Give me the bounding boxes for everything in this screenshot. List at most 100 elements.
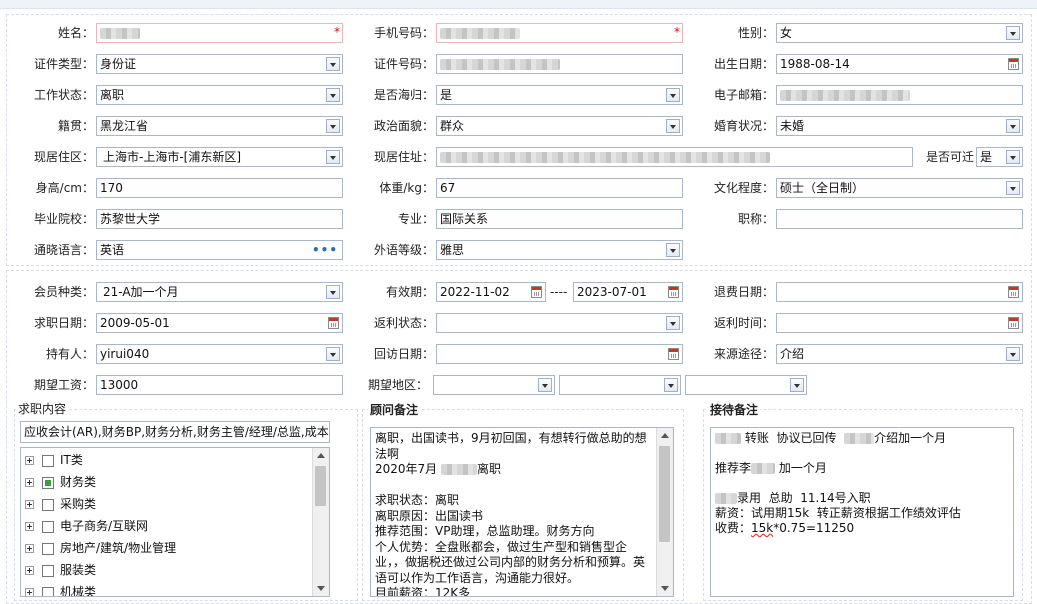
- scroll-thumb[interactable]: [659, 446, 670, 542]
- visit-date-field[interactable]: [436, 344, 683, 364]
- tree-node-label: 服装类: [60, 563, 97, 577]
- calendar-icon[interactable]: [328, 317, 339, 329]
- phone-redacted: [440, 28, 520, 39]
- major-field[interactable]: 国际关系: [436, 209, 683, 229]
- chevron-down-icon[interactable]: [666, 316, 680, 330]
- consultant-notes-textarea[interactable]: 离职，出国读书，9月初回国，有想转行做总助的想 法啊 2020年7月 离职 求职…: [370, 427, 674, 597]
- plus-square-icon[interactable]: [25, 456, 34, 465]
- checkbox-purchasing[interactable]: [42, 498, 54, 511]
- school-field[interactable]: 苏黎世大学: [96, 209, 343, 229]
- work-status-select[interactable]: 离职: [96, 85, 343, 105]
- tree-node-label: 电子商务/互联网: [60, 519, 149, 533]
- rebate-time-field[interactable]: [776, 313, 1023, 333]
- chevron-down-icon[interactable]: [1006, 150, 1020, 164]
- scroll-thumb[interactable]: [315, 466, 326, 506]
- source-select[interactable]: 介绍: [776, 344, 1023, 364]
- political-select[interactable]: 群众: [436, 116, 683, 136]
- plus-square-icon[interactable]: [25, 500, 34, 509]
- scroll-up-icon[interactable]: [317, 453, 325, 458]
- birth-date-field[interactable]: 1988-08-14: [776, 54, 1023, 74]
- checkbox-realestate[interactable]: [42, 542, 54, 555]
- tree-node-finance[interactable]: 财务类: [25, 472, 96, 492]
- plus-square-icon[interactable]: [25, 522, 34, 531]
- area-city-select[interactable]: [559, 375, 681, 395]
- scroll-down-icon[interactable]: [661, 586, 669, 591]
- relocate-select[interactable]: 是: [976, 147, 1023, 167]
- tree-node-machinery[interactable]: 机械类: [25, 582, 96, 596]
- chevron-down-icon[interactable]: [1006, 181, 1020, 195]
- checkbox-ecommerce[interactable]: [42, 520, 54, 533]
- chevron-down-icon[interactable]: [1006, 347, 1020, 361]
- chevron-down-icon[interactable]: [790, 378, 804, 392]
- overseas-select[interactable]: 是: [436, 85, 683, 105]
- consultant-notes-scrollbar[interactable]: [656, 428, 673, 596]
- chevron-down-icon[interactable]: [326, 88, 340, 102]
- chevron-down-icon[interactable]: [326, 347, 340, 361]
- job-title-field[interactable]: [776, 209, 1023, 229]
- gender-select[interactable]: 女: [776, 23, 1023, 43]
- name-field[interactable]: [96, 23, 343, 43]
- native-place-select[interactable]: 黑龙江省: [96, 116, 343, 136]
- education-select[interactable]: 硕士（全日制）: [776, 178, 1023, 198]
- tree-node-realestate[interactable]: 房地产/建筑/物业管理: [25, 538, 176, 558]
- more-options-icon[interactable]: •••: [312, 243, 338, 257]
- calendar-icon[interactable]: [1008, 317, 1019, 329]
- member-type-select[interactable]: 21-A加一个月: [96, 282, 343, 302]
- scroll-up-icon[interactable]: [661, 433, 669, 438]
- job-date-field[interactable]: 2009-05-01: [96, 313, 343, 333]
- checkbox-finance[interactable]: [42, 476, 54, 489]
- chevron-down-icon[interactable]: [326, 57, 340, 71]
- chevron-down-icon[interactable]: [1006, 119, 1020, 133]
- tree-node-apparel[interactable]: 服装类: [25, 560, 96, 580]
- calendar-icon[interactable]: [531, 286, 542, 298]
- email-field[interactable]: [776, 85, 1023, 105]
- phone-field[interactable]: [436, 23, 683, 43]
- checkbox-it[interactable]: [42, 454, 54, 467]
- calendar-icon[interactable]: [1008, 286, 1019, 298]
- tree-scrollbar[interactable]: [312, 448, 329, 596]
- marital-select[interactable]: 未婚: [776, 116, 1023, 136]
- id-type-select[interactable]: 身份证: [96, 54, 343, 74]
- phone-required-mark: *: [674, 25, 680, 39]
- plus-square-icon[interactable]: [25, 566, 34, 575]
- refund-date-field[interactable]: [776, 282, 1023, 302]
- chevron-down-icon[interactable]: [326, 285, 340, 299]
- chevron-down-icon[interactable]: [666, 119, 680, 133]
- salary-field[interactable]: 13000: [96, 375, 343, 395]
- region-select[interactable]: 上海市-上海市-[浦东新区]: [96, 147, 343, 167]
- chevron-down-icon[interactable]: [666, 243, 680, 257]
- tree-node-ecommerce[interactable]: 电子商务/互联网: [25, 516, 148, 536]
- calendar-icon[interactable]: [668, 348, 679, 360]
- language-level-select[interactable]: 雅思: [436, 240, 683, 260]
- tree-node-purchasing[interactable]: 采购类: [25, 494, 96, 514]
- scroll-down-icon[interactable]: [317, 586, 325, 591]
- plus-square-icon[interactable]: [25, 478, 34, 487]
- language-field[interactable]: 英语 •••: [96, 240, 343, 260]
- chevron-down-icon[interactable]: [1006, 26, 1020, 40]
- address-field[interactable]: [436, 147, 913, 167]
- calendar-icon[interactable]: [668, 286, 679, 298]
- checkbox-machinery[interactable]: [42, 586, 54, 596]
- job-category-tree[interactable]: IT类 财务类 采购类 电子商务/互联网 房地产/建筑/物业管理 服装类 机械类: [20, 447, 330, 597]
- chevron-down-icon[interactable]: [666, 88, 680, 102]
- checkbox-apparel[interactable]: [42, 564, 54, 577]
- area-district-select[interactable]: [685, 375, 807, 395]
- weight-field[interactable]: 67: [436, 178, 683, 198]
- id-number-field[interactable]: [436, 54, 683, 74]
- chevron-down-icon[interactable]: [538, 378, 552, 392]
- chevron-down-icon[interactable]: [326, 150, 340, 164]
- valid-from-field[interactable]: 2022-11-02: [436, 282, 546, 302]
- tree-node-it[interactable]: IT类: [25, 450, 83, 470]
- reception-notes-textarea[interactable]: 转账 协议已回传 介绍加一个月 推荐李 加一个月 录用 总助 11.14号入职 …: [710, 427, 1014, 597]
- area-province-select[interactable]: [433, 375, 555, 395]
- rebate-status-select[interactable]: [436, 313, 683, 333]
- job-content-selected-field[interactable]: 应收会计(AR),财务BP,财务分析,财务主管/经理/总监,成本: [20, 421, 330, 443]
- plus-square-icon[interactable]: [25, 544, 34, 553]
- calendar-icon[interactable]: [1008, 58, 1019, 70]
- chevron-down-icon[interactable]: [664, 378, 678, 392]
- valid-to-field[interactable]: 2023-07-01: [573, 282, 683, 302]
- height-field[interactable]: 170: [96, 178, 343, 198]
- plus-square-icon[interactable]: [25, 588, 34, 596]
- chevron-down-icon[interactable]: [326, 119, 340, 133]
- holder-select[interactable]: yirui040: [96, 344, 343, 364]
